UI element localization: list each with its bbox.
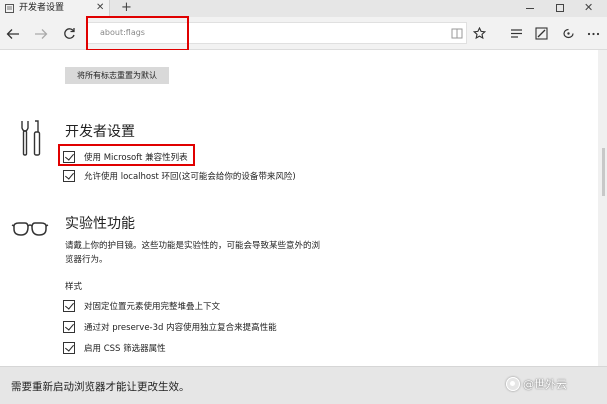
option-label: 通过对 preserve-3d 内容使用独立复合来提高性能 (84, 323, 277, 333)
share-icon[interactable] (560, 17, 576, 50)
option-label: 允许使用 localhost 环回(这可能会给你的设备带来风险) (84, 172, 296, 182)
restart-notification-bar: 需要重新启动浏览器才能让更改生效。 @世外云 (0, 366, 607, 404)
browser-window: 开发者设置 ✕ + ✕ about:flags 将所有标志重置为默认 开发者设置… (0, 0, 607, 404)
vertical-scrollbar[interactable] (598, 50, 607, 366)
web-note-icon[interactable] (533, 17, 549, 50)
favorite-star-icon[interactable] (471, 17, 487, 50)
experimental-features-title: 实验性功能 (65, 216, 135, 232)
flags-page (0, 50, 598, 366)
option-preserve-3d-compositing[interactable]: 通过对 preserve-3d 内容使用独立复合来提高性能 (63, 320, 277, 334)
address-highlight-box (86, 16, 189, 51)
tab-close-icon[interactable]: ✕ (96, 1, 104, 15)
more-icon[interactable] (585, 17, 601, 50)
styles-subheading: 样式 (65, 282, 83, 292)
watermark-text: @世外云 (523, 378, 567, 391)
watermark-logo-icon (506, 377, 520, 391)
window-close-icon[interactable]: ✕ (584, 0, 593, 16)
option-label: 启用 CSS 筛选器属性 (84, 344, 166, 354)
restart-notification-text: 需要重新启动浏览器才能让更改生效。 (11, 381, 190, 393)
maximize-icon[interactable] (556, 4, 564, 12)
checkbox-fixed-position-stacking[interactable] (63, 300, 75, 312)
checkbox-css-filter-property[interactable] (63, 342, 75, 354)
scrollbar-thumb[interactable] (602, 148, 605, 196)
experimental-description: 请戴上你的护目镜。这些功能是实验性的，可能会导致某些意外的浏览器行为。 (65, 241, 321, 265)
hub-icon[interactable] (508, 17, 524, 50)
reading-view-icon[interactable] (449, 17, 465, 50)
back-icon[interactable] (4, 17, 22, 50)
reset-all-flags-button[interactable]: 将所有标志重置为默认 (65, 67, 169, 84)
goggles-icon (11, 222, 49, 236)
option-css-filter-property[interactable]: 启用 CSS 筛选器属性 (63, 341, 166, 355)
tab-title: 开发者设置 (19, 3, 65, 13)
watermark: @世外云 (506, 376, 567, 392)
option-allow-localhost[interactable]: 允许使用 localhost 环回(这可能会给你的设备带来风险) (63, 169, 296, 183)
minimize-icon[interactable] (526, 8, 534, 9)
compat-list-highlight-box (58, 144, 195, 166)
checkbox-allow-localhost[interactable] (63, 170, 75, 182)
new-tab-icon[interactable]: + (121, 0, 132, 16)
tab-developer-settings[interactable]: 开发者设置 ✕ (0, 0, 110, 17)
forward-icon[interactable] (32, 17, 50, 50)
developer-settings-title: 开发者设置 (65, 124, 135, 140)
option-fixed-position-stacking[interactable]: 对固定位置元素使用完整堆叠上下文 (63, 299, 220, 313)
developer-tools-icon (21, 120, 41, 156)
edge-page-icon (5, 4, 14, 13)
option-label: 对固定位置元素使用完整堆叠上下文 (84, 302, 221, 312)
tab-strip: 开发者设置 ✕ + ✕ (0, 0, 607, 17)
checkbox-preserve-3d-compositing[interactable] (63, 321, 75, 333)
refresh-icon[interactable] (60, 17, 78, 50)
